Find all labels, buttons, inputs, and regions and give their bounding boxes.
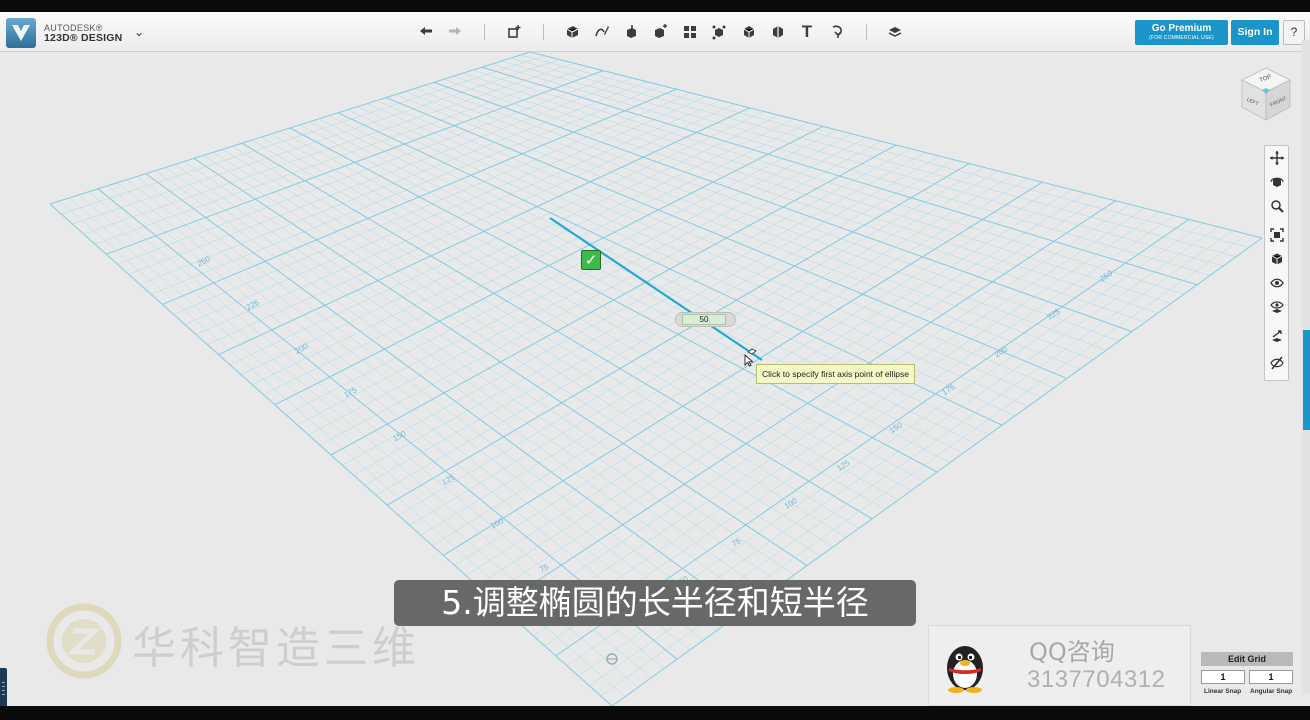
grid-axis-label: 200 [294, 341, 310, 355]
visibility-icon[interactable] [1268, 276, 1286, 294]
grid-line [232, 145, 860, 529]
qq-number: 3137704312 [1027, 666, 1166, 693]
grid-snap-icon[interactable] [1268, 330, 1286, 348]
measure-icon[interactable] [767, 22, 789, 42]
toolbar-divider [866, 24, 867, 40]
qq-penguin-icon [947, 646, 983, 693]
linear-snap-input[interactable]: 1 [1201, 670, 1245, 684]
linear-snap-label: Linear Snap [1204, 688, 1242, 695]
grid-line [398, 167, 984, 516]
edit-grid-button[interactable]: Edit Grid [1201, 652, 1293, 666]
grouping-icon[interactable] [708, 22, 730, 42]
grid-line [280, 130, 925, 482]
combine-icon[interactable] [738, 22, 760, 42]
grid-line [145, 173, 743, 613]
app-logo-icon[interactable] [6, 18, 36, 48]
undo-icon[interactable] [415, 22, 437, 42]
watermark-text: 华科智造三维 [132, 623, 420, 674]
grid-line [126, 179, 717, 632]
qq-title: QQ咨询 [1029, 638, 1115, 666]
qq-contact-panel: QQ咨询 3137704312 [928, 625, 1191, 706]
views-icon[interactable] [1268, 252, 1286, 270]
grid-line [443, 181, 1043, 556]
transform-icon[interactable] [503, 22, 525, 42]
toolbar-divider [543, 24, 544, 40]
grid-axis-label: 125 [440, 472, 456, 486]
grid-axis-label: 75 [730, 536, 743, 549]
app-menu-chevron-icon[interactable]: ⌄ [134, 25, 144, 39]
pattern-icon[interactable] [679, 22, 701, 42]
grid-axis-label: 75 [538, 562, 551, 574]
grid-axis-label: 175 [342, 385, 358, 399]
construct-icon[interactable] [620, 22, 642, 42]
grid-line [165, 167, 769, 594]
go-premium-button[interactable]: Go Premium (FOR COMMERCIAL USE) [1135, 20, 1228, 45]
fit-icon[interactable] [1268, 228, 1286, 246]
grid-axis-label: 225 [245, 298, 261, 312]
grid-line [193, 157, 808, 567]
grid-line [289, 127, 938, 473]
orbit-icon[interactable] [1268, 175, 1286, 193]
scrollbar-thumb[interactable] [1303, 330, 1310, 430]
angular-snap-label: Angular Snap [1250, 688, 1293, 695]
subtitle-caption: 5.调整椭圆的长半径和短半径 [394, 580, 916, 626]
material-visibility-icon[interactable] [1268, 300, 1286, 318]
angular-snap-input[interactable]: 1 [1249, 670, 1293, 684]
grid-line [510, 204, 1131, 616]
grid-line [386, 163, 970, 506]
ellipse-tooltip: Click to specify first axis point of ell… [756, 364, 915, 384]
left-panel-handle[interactable] [0, 668, 7, 706]
bottom-letterbox [0, 706, 1310, 720]
main-toolbar: AUTODESK® 123D® DESIGN ⌄ T Go Premium (F… [0, 12, 1310, 52]
dimension-value[interactable]: 50 [682, 314, 726, 325]
pan-icon[interactable] [1268, 151, 1286, 169]
snap-icon[interactable] [826, 22, 848, 42]
grid-line [375, 159, 955, 496]
sketch-icon[interactable] [591, 22, 613, 42]
grid-line [476, 193, 1087, 586]
right-scrollbar[interactable] [1302, 40, 1310, 694]
app-window: AUTODESK® 123D® DESIGN ⌄ T Go Premium (F… [0, 12, 1310, 706]
grid-line [136, 176, 730, 622]
grid-axis-label: 125 [835, 458, 852, 473]
premium-label: Go Premium [1151, 23, 1212, 34]
hide-icon[interactable] [1268, 356, 1286, 374]
grid-axis-label: 200 [993, 344, 1010, 359]
confirm-check-icon[interactable]: ✓ [581, 250, 601, 270]
watermark-logo-icon [46, 603, 122, 679]
toolbar-divider [484, 24, 485, 40]
text-icon[interactable]: T [796, 22, 818, 42]
grid-line [117, 182, 704, 641]
zoom-icon[interactable] [1268, 199, 1286, 217]
brand-product: 123D® DESIGN [44, 32, 123, 44]
grid-line [241, 142, 873, 520]
modify-icon[interactable] [649, 22, 671, 42]
grid-axis-label: 250 [1098, 269, 1115, 284]
grid-origin-marker [606, 653, 618, 665]
top-letterbox [0, 0, 1310, 12]
sign-in-button[interactable]: Sign In [1231, 20, 1279, 45]
grid-line [364, 155, 941, 486]
viewcube[interactable]: TOP LEFT FRONT [1238, 64, 1294, 124]
grid-axis-label: 150 [391, 429, 407, 443]
redo-icon[interactable] [444, 22, 466, 42]
premium-sublabel: (FOR COMMERCIAL USE) [1149, 35, 1214, 41]
grid-axis-label: 175 [940, 382, 957, 397]
primitives-icon[interactable] [561, 22, 583, 42]
navigation-bar [1264, 145, 1289, 381]
grid-line [342, 148, 911, 466]
dimension-input[interactable]: 50 [675, 312, 736, 327]
materials-icon[interactable] [884, 22, 906, 42]
